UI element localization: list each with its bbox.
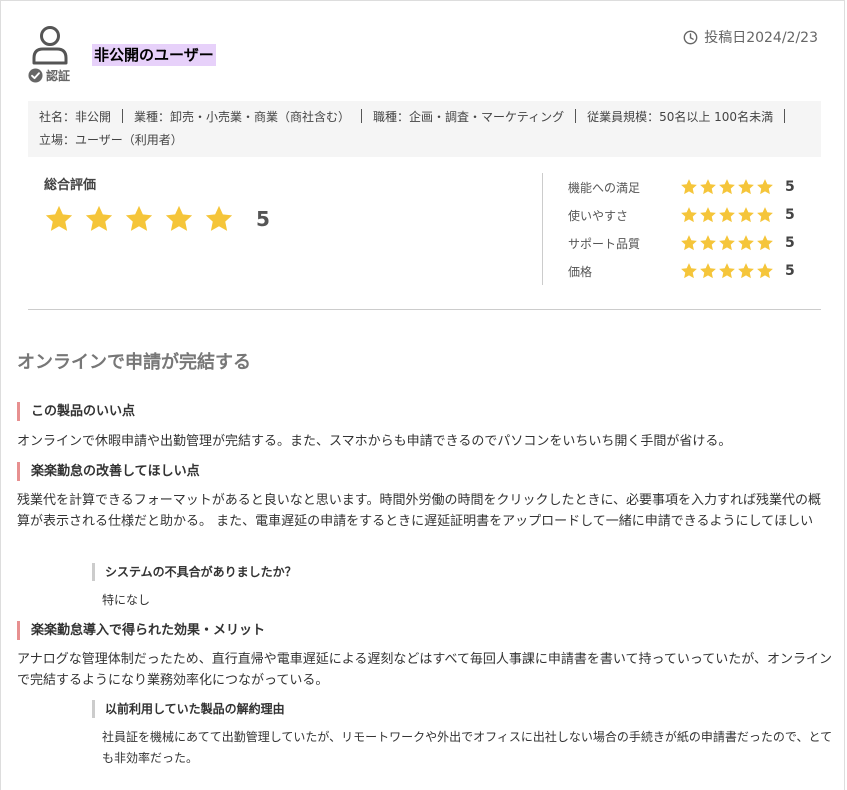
posted-date: 投稿日2024/2/23 bbox=[683, 27, 818, 47]
section-divider bbox=[28, 309, 821, 310]
sub-rating-label: サポート品質 bbox=[568, 236, 641, 251]
sub-rating-score: 5 bbox=[785, 207, 795, 223]
company-position: 立場：ユーザー（利用者） bbox=[39, 133, 183, 147]
improvement-heading: 楽楽勤怠の改善してほしい点 bbox=[17, 462, 200, 481]
sub-rating-stars bbox=[680, 206, 775, 224]
star-icon bbox=[719, 263, 735, 279]
clock-icon bbox=[683, 30, 698, 44]
divider bbox=[122, 109, 124, 123]
overall-rating-label: 総合評価 bbox=[44, 178, 97, 193]
sub-rating-label: 機能への満足 bbox=[568, 180, 641, 195]
reviewer-name: 非公開のユーザー bbox=[92, 44, 216, 66]
sub-rating-label: 使いやすさ bbox=[568, 208, 629, 223]
sub-rating-row: 使いやすさ 5 bbox=[568, 201, 808, 229]
sub-rating-row: 価格 5 bbox=[568, 257, 808, 285]
sub-rating-label: 価格 bbox=[568, 264, 593, 279]
review-title: オンラインで申請が完結する bbox=[17, 352, 251, 373]
star-icon bbox=[757, 179, 773, 195]
star-icon bbox=[738, 263, 754, 279]
company-job: 職種：企画・調査・マーケティング bbox=[373, 110, 565, 124]
company-size: 従業員規模：50名以上 100名未満 bbox=[587, 110, 774, 124]
company-info: 社名：非公開 業種：卸売・小売業・商業（商社含む） 職種：企画・調査・マーケティング… bbox=[28, 101, 821, 157]
overall-score: 5 bbox=[256, 207, 270, 231]
verified-label: 認証 bbox=[46, 69, 71, 83]
star-icon bbox=[45, 205, 73, 231]
good-points-text: オンラインで休暇申請や出勤管理が完結する。また、スマホからも申請できるのでパソコ… bbox=[17, 434, 732, 449]
company-industry: 業種：卸売・小売業・商業（商社含む） bbox=[134, 110, 351, 124]
star-icon bbox=[719, 207, 735, 223]
rating-divider bbox=[542, 173, 543, 285]
overall-rating-stars: 5 bbox=[44, 204, 270, 234]
company-name: 社名：非公開 bbox=[39, 110, 112, 124]
star-icon bbox=[738, 179, 754, 195]
improvement-text: 残業代を計算できるフォーマットがあると良いなと思います。時間外労働の時間をクリッ… bbox=[17, 493, 822, 529]
star-icon bbox=[738, 207, 754, 223]
effect-text: アナログな管理体制だったため、直行直帰や電車遅延による遅刻などはすべて毎回人事課… bbox=[17, 652, 832, 688]
star-icon bbox=[700, 179, 716, 195]
star-icon bbox=[700, 207, 716, 223]
divider bbox=[784, 109, 786, 123]
sub-rating-score: 5 bbox=[785, 235, 795, 251]
sub-ratings: 機能への満足 5 使いやすさ 5 サポート品質 5 価格 5 bbox=[568, 173, 808, 285]
divider bbox=[361, 109, 363, 123]
sub-rating-stars bbox=[680, 262, 775, 280]
star-icon bbox=[85, 205, 113, 231]
star-icon bbox=[681, 235, 697, 251]
sub-rating-score: 5 bbox=[785, 263, 795, 279]
user-avatar-icon bbox=[32, 26, 68, 65]
star-icon bbox=[681, 179, 697, 195]
star-icon bbox=[125, 205, 153, 231]
verified-badge: 認証 bbox=[28, 67, 70, 84]
previous-product-text: 社員証を機械にあてて出勤管理していたが、リモートワークや外出でオフィスに出社しな… bbox=[102, 730, 833, 765]
star-icon bbox=[165, 205, 193, 231]
star-icon bbox=[700, 263, 716, 279]
sub-rating-row: サポート品質 5 bbox=[568, 229, 808, 257]
bug-text: 特になし bbox=[102, 593, 151, 607]
check-circle-icon bbox=[28, 68, 43, 83]
sub-rating-stars bbox=[680, 178, 775, 196]
sub-rating-row: 機能への満足 5 bbox=[568, 173, 808, 201]
previous-product-heading: 以前利用していた製品の解約理由 bbox=[92, 700, 285, 718]
sub-rating-score: 5 bbox=[785, 179, 795, 195]
star-icon bbox=[700, 235, 716, 251]
star-icon bbox=[757, 235, 773, 251]
posted-date-text: 投稿日2024/2/23 bbox=[704, 30, 818, 46]
star-icon bbox=[719, 179, 735, 195]
star-icon bbox=[757, 263, 773, 279]
star-icon bbox=[719, 235, 735, 251]
good-points-heading: この製品のいい点 bbox=[17, 402, 135, 421]
star-icon bbox=[681, 263, 697, 279]
sub-rating-stars bbox=[680, 234, 775, 252]
effect-heading: 楽楽勤怠導入で得られた効果・メリット bbox=[17, 621, 265, 640]
star-icon bbox=[738, 235, 754, 251]
star-icon bbox=[205, 205, 233, 231]
bug-heading: システムの不具合がありましたか？ bbox=[92, 563, 297, 581]
divider bbox=[575, 109, 577, 123]
star-icon bbox=[681, 207, 697, 223]
star-icon bbox=[757, 207, 773, 223]
review-card: 認証 非公開のユーザー 投稿日2024/2/23 社名：非公開 業種：卸売・小売業… bbox=[0, 0, 845, 790]
